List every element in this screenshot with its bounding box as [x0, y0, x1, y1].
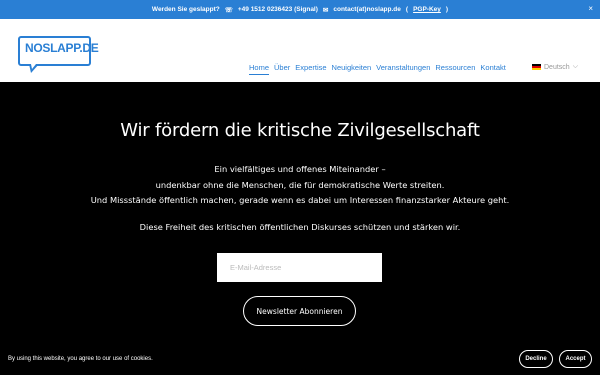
nav-item-ressourcen[interactable]: Ressourcen: [435, 63, 475, 75]
logo-text: NOSLAPP.DE: [25, 41, 99, 55]
main-navigation: Home Über Expertise Neuigkeiten Veransta…: [249, 63, 506, 75]
hero-line-4: Diese Freiheit des kritischen öffentlich…: [139, 222, 461, 232]
close-icon[interactable]: ×: [588, 4, 593, 13]
pgp-key-link[interactable]: PGP-Key: [413, 6, 441, 13]
mail-icon: ✉: [322, 6, 329, 14]
topbar-paren-close: ): [445, 6, 449, 13]
topbar-phone[interactable]: +49 1512 0236423 (Signal): [238, 6, 318, 13]
german-flag-icon: [532, 64, 541, 70]
chevron-down-icon: ⌵: [572, 63, 578, 70]
topbar-email-link[interactable]: contact(at)noslapp.de: [333, 6, 401, 13]
language-label: Deutsch: [544, 63, 570, 71]
site-header: NOSLAPP.DE Home Über Expertise Neuigkeit…: [0, 19, 600, 82]
nav-item-neuigkeiten[interactable]: Neuigkeiten: [332, 63, 372, 75]
hero-title: Wir fördern die kritische Zivilgesellsch…: [120, 120, 480, 141]
accept-button[interactable]: Accept: [559, 350, 592, 368]
hero-intro: Ein vielfältiges und offenes Miteinander…: [0, 162, 600, 209]
cookie-message: By using this website, you agree to our …: [8, 356, 153, 362]
nav-item-ueber[interactable]: Über: [274, 63, 290, 75]
hero-line-3: Und Missstände öffentlich machen, gerade…: [90, 195, 510, 205]
nav-item-kontakt[interactable]: Kontakt: [480, 63, 505, 75]
language-selector[interactable]: Deutsch ⌵: [532, 63, 578, 71]
top-contact-bar: Werden Sie geslappt? ☏ +49 1512 0236423 …: [0, 0, 600, 19]
topbar-paren-open: (: [405, 6, 409, 13]
cookie-banner: By using this website, you agree to our …: [0, 342, 600, 375]
speech-bubble-tail-inner: [31, 64, 36, 69]
phone-icon: ☏: [224, 6, 233, 14]
newsletter-email-input[interactable]: [217, 253, 382, 282]
hero-line-1: Ein vielfältiges und offenes Miteinander…: [214, 164, 386, 174]
decline-button[interactable]: Decline: [519, 350, 553, 368]
hero-line-2: undenkbar ohne die Menschen, die für dem…: [155, 179, 445, 190]
newsletter-subscribe-button[interactable]: Newsletter Abonnieren: [243, 296, 356, 326]
nav-item-expertise[interactable]: Expertise: [295, 63, 326, 75]
site-logo[interactable]: NOSLAPP.DE: [18, 36, 99, 73]
topbar-question: Werden Sie geslappt?: [151, 6, 220, 13]
hero-section: Wir fördern die kritische Zivilgesellsch…: [0, 82, 600, 375]
nav-item-veranstaltungen[interactable]: Veranstaltungen: [376, 63, 430, 75]
nav-item-home[interactable]: Home: [249, 63, 270, 75]
